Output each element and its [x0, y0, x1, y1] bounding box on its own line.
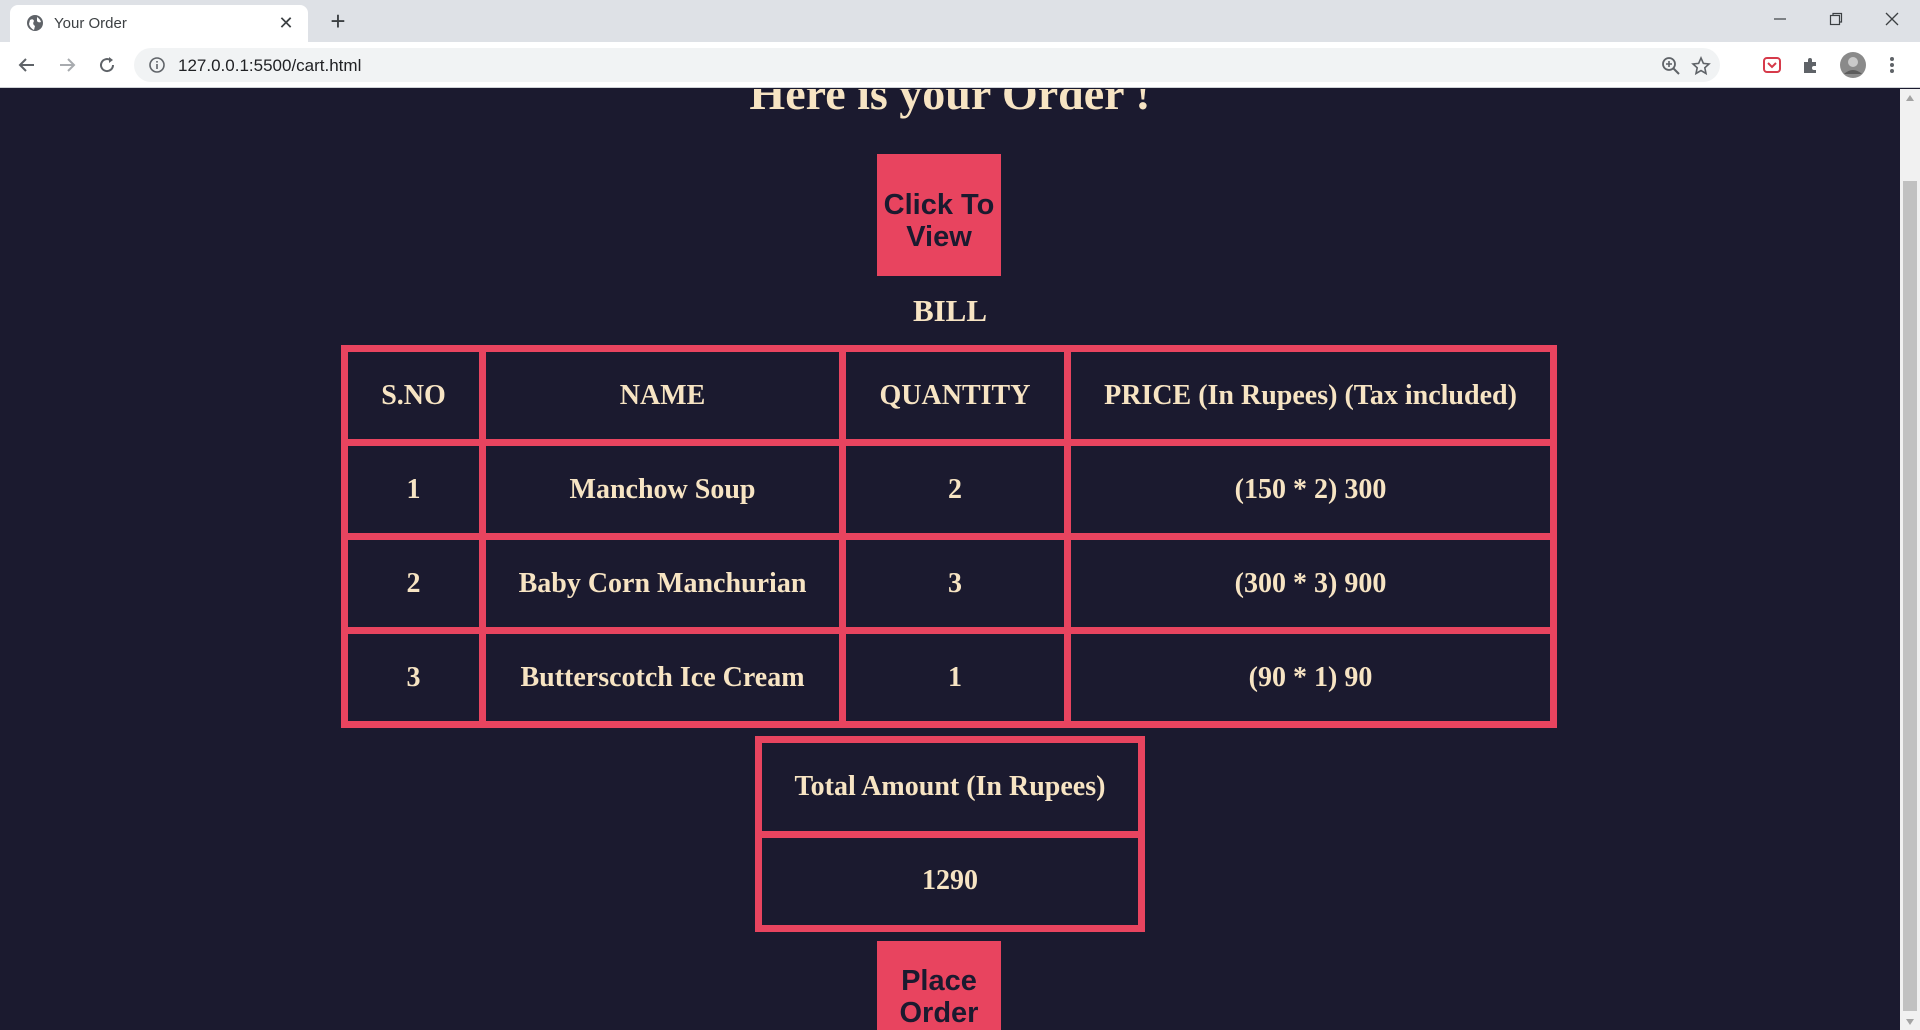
globe-icon [27, 15, 43, 31]
cell-sno: 2 [348, 540, 479, 627]
scroll-up-arrow-icon[interactable] [1900, 89, 1920, 106]
minimize-icon [1774, 18, 1786, 20]
url-text: 127.0.0.1:5500/cart.html [178, 56, 362, 75]
cell-price: (150 * 2) 300 [1071, 446, 1550, 533]
total-value: 1290 [762, 837, 1138, 925]
address-bar[interactable]: 127.0.0.1:5500/cart.html [134, 48, 1720, 82]
page-scrollbar[interactable] [1900, 89, 1920, 1030]
table-row: 2 Baby Corn Manchurian 3 (300 * 3) 900 [348, 540, 1550, 627]
column-header-price: PRICE (In Rupees) (Tax included) [1071, 352, 1550, 439]
table-header-row: S.NO NAME QUANTITY PRICE (In Rupees) (Ta… [348, 352, 1550, 439]
column-header-sno: S.NO [348, 352, 479, 439]
column-header-name: NAME [486, 352, 839, 439]
pocket-extension-icon[interactable] [1760, 53, 1784, 77]
total-label-row: Total Amount (In Rupees) [762, 743, 1138, 831]
cell-quantity: 3 [846, 540, 1064, 627]
tab-strip: Your Order ✕ + [0, 0, 1920, 42]
scroll-down-arrow-icon[interactable] [1900, 1013, 1920, 1030]
close-icon [1885, 12, 1899, 26]
bill-table: S.NO NAME QUANTITY PRICE (In Rupees) (Ta… [341, 345, 1557, 728]
page-heading: Here is your Order ! [749, 89, 1151, 119]
profile-avatar[interactable] [1839, 51, 1867, 79]
extensions-puzzle-icon[interactable] [1799, 53, 1823, 77]
cell-price: (300 * 3) 900 [1071, 540, 1550, 627]
browser-tab[interactable]: Your Order ✕ [10, 5, 308, 42]
reload-button[interactable] [93, 51, 121, 79]
window-controls [1752, 0, 1920, 42]
total-table: Total Amount (In Rupees) 1290 [755, 736, 1145, 932]
cell-sno: 3 [348, 634, 479, 721]
restore-icon [1829, 12, 1843, 26]
cell-name: Butterscotch Ice Cream [486, 634, 839, 721]
close-window-button[interactable] [1864, 0, 1920, 38]
info-icon[interactable] [148, 56, 166, 74]
new-tab-button[interactable]: + [324, 8, 352, 36]
tab-title: Your Order [54, 15, 127, 32]
column-header-quantity: QUANTITY [846, 352, 1064, 439]
total-value-row: 1290 [762, 837, 1138, 925]
minimize-button[interactable] [1752, 0, 1808, 38]
close-tab-icon[interactable]: ✕ [276, 13, 296, 33]
total-label: Total Amount (In Rupees) [762, 743, 1138, 831]
restore-button[interactable] [1808, 0, 1864, 38]
star-icon[interactable] [1691, 56, 1711, 76]
forward-arrow-icon [60, 58, 76, 72]
scroll-thumb[interactable] [1903, 181, 1917, 1011]
menu-kebab-icon[interactable] [1880, 53, 1904, 77]
back-button[interactable] [13, 51, 41, 79]
table-row: 3 Butterscotch Ice Cream 1 (90 * 1) 90 [348, 634, 1550, 721]
view-bill-button[interactable]: Click To View [877, 154, 1001, 276]
page-viewport: Here is your Order ! Click To View BILL … [0, 89, 1900, 1030]
cell-quantity: 1 [846, 634, 1064, 721]
bill-label: BILL [912, 293, 988, 328]
table-row: 1 Manchow Soup 2 (150 * 2) 300 [348, 446, 1550, 533]
cell-quantity: 2 [846, 446, 1064, 533]
zoom-icon[interactable] [1661, 56, 1681, 76]
place-order-button[interactable]: Place Order [877, 941, 1001, 1030]
cell-sno: 1 [348, 446, 479, 533]
back-arrow-icon [18, 58, 34, 72]
cell-price: (90 * 1) 90 [1071, 634, 1550, 721]
reload-icon [100, 57, 115, 73]
browser-toolbar: 127.0.0.1:5500/cart.html [0, 42, 1920, 88]
cell-name: Manchow Soup [486, 446, 839, 533]
forward-button[interactable] [53, 51, 81, 79]
cell-name: Baby Corn Manchurian [486, 540, 839, 627]
